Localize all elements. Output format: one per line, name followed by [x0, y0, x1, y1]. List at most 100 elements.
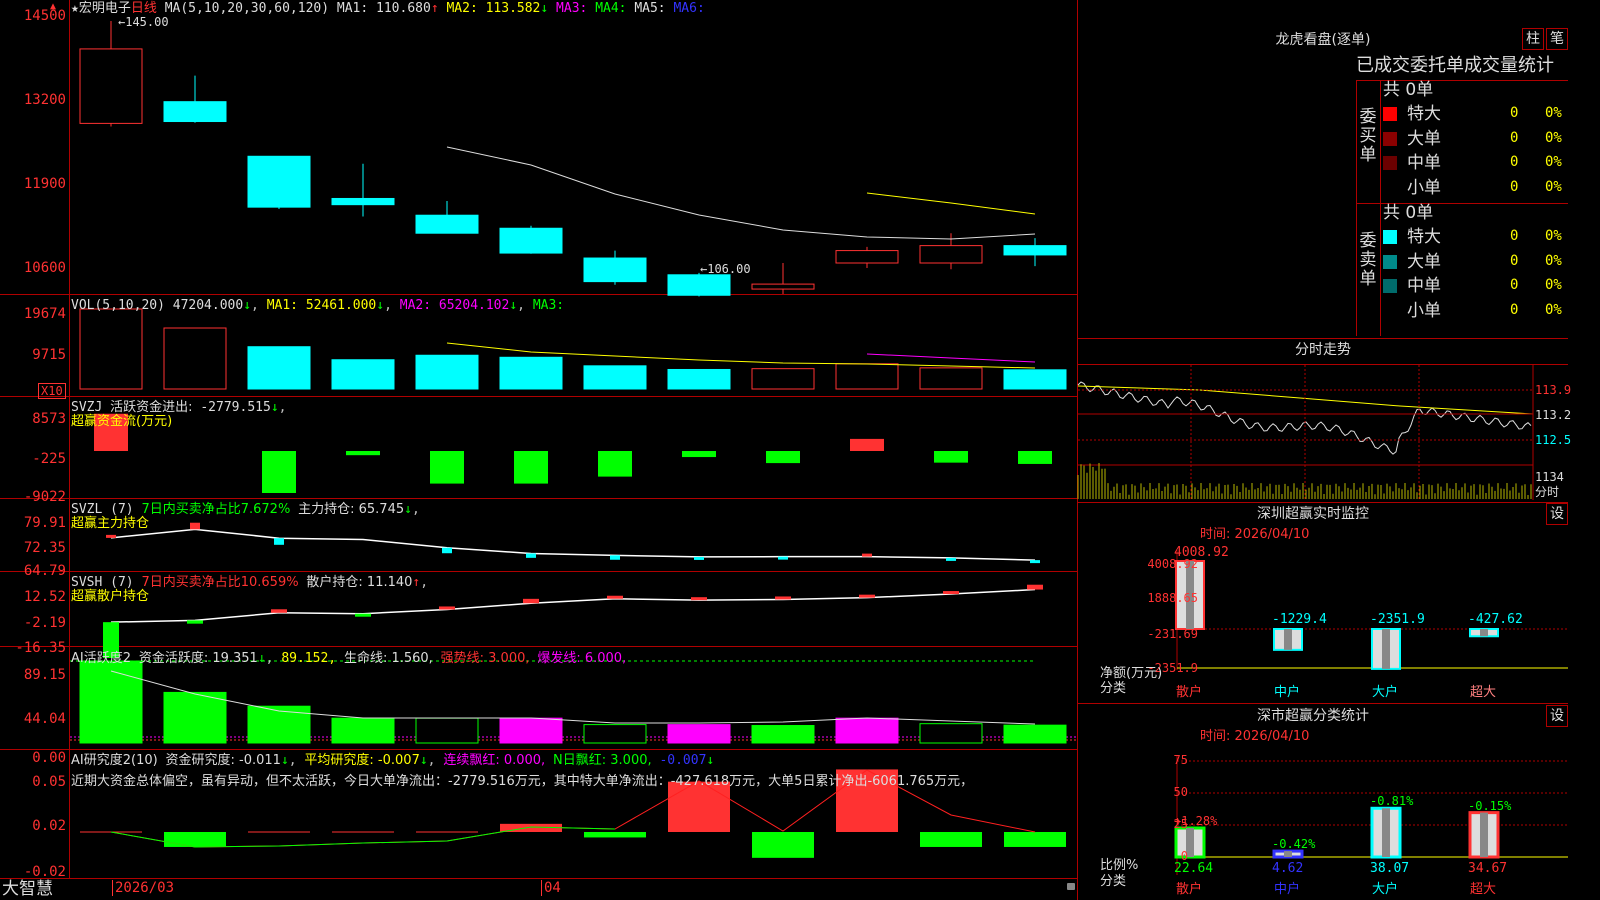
- volume-bar: [163, 327, 227, 390]
- order-type-label: 大单: [1407, 251, 1441, 272]
- svzl-sub: 超赢主力持仓: [71, 516, 150, 531]
- classify-change-label: -0.15%: [1468, 798, 1512, 813]
- order-count: 0: [1510, 129, 1519, 146]
- x-axis-label: 04: [541, 880, 561, 896]
- svzj-y-label: -9022: [23, 489, 66, 505]
- svsh-arrow: ↑: [412, 575, 421, 590]
- pen-mode-button[interactable]: 笔: [1546, 28, 1568, 50]
- ma2-value: MA2: 113.582: [446, 1, 541, 16]
- monitor-bottom-border: [1078, 703, 1568, 704]
- monitor-value-label: -1229.4: [1272, 612, 1327, 627]
- volume-bar: [919, 367, 983, 390]
- retail-hold-bar: [271, 609, 287, 613]
- order-type-label: 小单: [1407, 300, 1441, 321]
- main-hold-line: [110, 528, 1036, 561]
- air-v4: N日飘红: 3.000,: [553, 753, 652, 768]
- classify-y-label: 50: [1173, 785, 1188, 799]
- main-hold-bar: [694, 556, 704, 560]
- svsh-y-label: 12.52: [23, 589, 66, 605]
- stock-name[interactable]: 宏明电子: [79, 1, 131, 16]
- fenshi-unit: 分时: [1535, 485, 1560, 499]
- volume-bar: [835, 363, 899, 390]
- classify-value-label: 38.07: [1370, 861, 1410, 876]
- order-count: 0: [1510, 105, 1519, 121]
- monitor-category-label: 中户: [1274, 685, 1301, 700]
- vol-unit-badge: X10: [38, 383, 66, 399]
- svzj-desc: 活跃资金进出:: [110, 400, 193, 415]
- monitor-settings-button[interactable]: 设: [1546, 503, 1568, 525]
- svsh-period: (7): [110, 575, 134, 590]
- research-bar: [920, 832, 982, 847]
- activity-bar: [1003, 724, 1067, 744]
- monitor-y-title: 净额(万元): [1100, 666, 1163, 681]
- air-label: AI研究度2(10): [71, 753, 158, 768]
- air-y-label: 0.05: [32, 774, 66, 790]
- ai2-v2: 89.152,: [281, 651, 337, 666]
- order-color-swatch: [1383, 230, 1397, 244]
- svzl-label: SVZL: [71, 502, 103, 517]
- classify-category-label: 大户: [1372, 882, 1399, 897]
- stat-inner-border: [1380, 80, 1381, 336]
- monitor-category-label: 散户: [1176, 685, 1203, 700]
- classify-y-title: 比例%: [1100, 858, 1139, 873]
- ai2-v3: 生命线: 1.560,: [343, 651, 433, 666]
- flow-bar: [346, 451, 380, 456]
- fenshi-vol-label: 1134: [1535, 470, 1564, 484]
- period-label[interactable]: 日线: [131, 1, 157, 16]
- main-hold-bar: [526, 553, 536, 558]
- classify-change-label: -0.42%: [1272, 837, 1316, 852]
- order-type-label: 小单: [1407, 177, 1441, 198]
- candle-down: [667, 274, 731, 296]
- order-color-swatch: [1383, 156, 1397, 170]
- monitor-bar-shade: [1480, 629, 1488, 637]
- kline-y-label: 10600: [23, 260, 66, 276]
- kline-y-label: 13200: [23, 92, 66, 108]
- flow-bar: [430, 451, 464, 484]
- svzl-hold: 主力持仓: 65.745: [298, 502, 405, 517]
- monitor-value-label: 4008.92: [1174, 545, 1229, 560]
- classify-value-label: 34.67: [1468, 861, 1508, 876]
- order-type-label: 大单: [1407, 128, 1441, 149]
- svzl-desc: 7日内买卖净占比7.672%: [141, 502, 291, 517]
- air-v3: 连续飘红: 0.000,: [443, 753, 546, 768]
- classify-change-label: +1.28%: [1174, 814, 1218, 829]
- activity-bar: [415, 717, 479, 744]
- brand-logo[interactable]: 大智慧: [2, 879, 53, 899]
- ai2-y-label: 0.00: [32, 750, 66, 766]
- monitor-bar-shade: [1382, 629, 1390, 669]
- ai2-arrow: ↓: [257, 651, 266, 666]
- candle-up: [751, 283, 815, 290]
- vol-ma2-arrow: ↓: [509, 298, 518, 313]
- vol-ma2: MA2: 65204.102: [399, 298, 510, 313]
- ai2-label: AI活跃度2: [71, 651, 131, 666]
- svzj-header: SVZJ 活跃资金进出: -2779.515↓,: [71, 400, 287, 415]
- svzj-sub: 超赢资金流(万元): [71, 414, 173, 429]
- research-bar: [164, 832, 226, 847]
- volume-bar: [79, 308, 143, 390]
- air-arrow: ↓: [280, 753, 289, 768]
- monitor-title: 深圳超赢实时监控: [1257, 506, 1369, 522]
- activity-bar: [919, 723, 983, 744]
- lock-icon[interactable]: [1067, 883, 1075, 890]
- activity-bar: [331, 717, 395, 744]
- candle-down: [247, 155, 311, 208]
- ai2-header: AI活跃度2 资金活跃度: 19.351↓, 89.152, 生命线: 1.56…: [71, 651, 627, 666]
- order-percent: 0%: [1545, 301, 1562, 318]
- monitor-category-label: 大户: [1372, 685, 1399, 700]
- air-v2-arrow: ↓: [419, 753, 428, 768]
- fenshi-y-label: 113.9: [1535, 383, 1572, 397]
- volume-bar: [583, 365, 647, 390]
- classify-category-label: 散户: [1176, 882, 1203, 897]
- classify-settings-button[interactable]: 设: [1546, 705, 1568, 727]
- order-percent: 0%: [1545, 154, 1562, 170]
- favorite-star-icon[interactable]: ★: [71, 1, 79, 16]
- ma1-line: [446, 146, 1036, 240]
- flow-bar: [1018, 451, 1052, 464]
- activity-bar: [583, 724, 647, 744]
- activity-bar: [835, 717, 899, 744]
- bar-mode-button[interactable]: 柱: [1522, 28, 1544, 50]
- order-type-label: 中单: [1407, 153, 1441, 173]
- order-count: 0: [1510, 252, 1519, 269]
- buy-total: 共 0单: [1383, 80, 1434, 100]
- candle-down: [163, 101, 227, 123]
